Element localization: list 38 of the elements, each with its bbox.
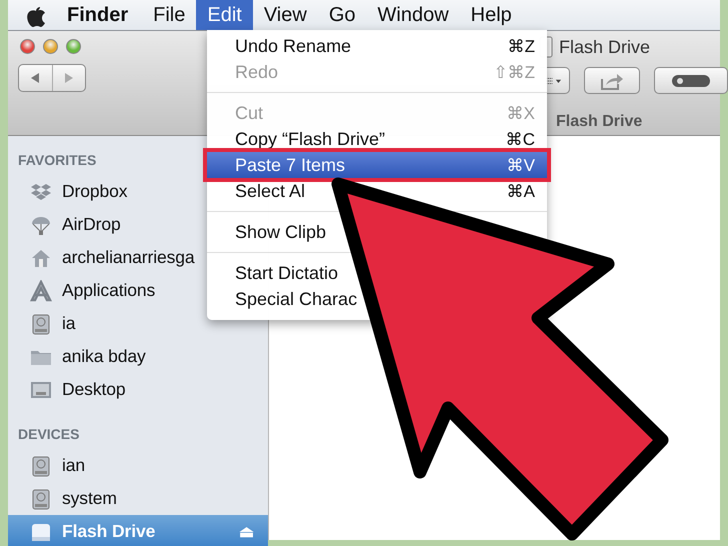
menu-item[interactable]: Show Clipb bbox=[207, 219, 328, 245]
sidebar-item[interactable]: system bbox=[8, 482, 121, 515]
sidebar-item[interactable]: AirDrop bbox=[8, 208, 125, 241]
menu-item[interactable]: Undo Rename ⌘Z bbox=[207, 33, 547, 59]
left-triangle-icon bbox=[30, 72, 40, 84]
sidebar-item[interactable]: ian bbox=[8, 449, 90, 482]
menu-item[interactable]: Start Dictatio bbox=[207, 260, 340, 286]
menu-bar-item[interactable]: View bbox=[252, 0, 318, 30]
menu-bar-item[interactable]: Edit bbox=[196, 0, 253, 30]
menu-bar-item[interactable]: Window bbox=[366, 0, 460, 30]
sidebar-item[interactable]: Dropbox bbox=[8, 175, 132, 208]
menu-item[interactable]: Paste 7 Items ⌘V bbox=[207, 152, 547, 178]
window-title: Flash Drive bbox=[559, 36, 650, 58]
menu-bar-item[interactable]: Finder bbox=[56, 0, 142, 30]
letter-a-icon bbox=[30, 280, 52, 302]
share-icon bbox=[600, 72, 624, 90]
minimize-button[interactable] bbox=[43, 38, 58, 54]
sidebar-item[interactable]: archelianarriesga bbox=[8, 241, 199, 274]
menu-bar-item[interactable]: Go bbox=[318, 0, 367, 30]
right-triangle-icon bbox=[64, 72, 74, 84]
sidebar-item[interactable]: anika bday bbox=[8, 340, 150, 373]
toggle-button[interactable] bbox=[654, 67, 728, 94]
sidebar-heading: FAVORITES bbox=[17, 151, 98, 170]
menu-item[interactable]: Special Charac bbox=[207, 286, 360, 312]
close-button[interactable] bbox=[20, 38, 35, 54]
sidebar-item[interactable]: ia bbox=[8, 307, 80, 340]
sidebar-item[interactable]: Desktop bbox=[8, 373, 130, 406]
menu-item[interactable]: Copy “Flash Drive” ⌘C bbox=[207, 126, 547, 152]
zoom-button[interactable] bbox=[66, 38, 81, 54]
menu-bar-item[interactable]: File bbox=[142, 0, 196, 30]
folder-path-label: Flash Drive bbox=[556, 113, 642, 131]
sidebar-item[interactable]: Applications bbox=[8, 274, 160, 307]
pill-icon bbox=[671, 72, 711, 88]
menu-item[interactable]: Select Al ⌘A bbox=[207, 178, 547, 204]
share-button[interactable] bbox=[584, 67, 640, 94]
apple-logo-icon bbox=[25, 4, 47, 28]
menu-bar-item[interactable]: Help bbox=[460, 0, 523, 30]
sidebar-heading: DEVICES bbox=[17, 425, 80, 444]
